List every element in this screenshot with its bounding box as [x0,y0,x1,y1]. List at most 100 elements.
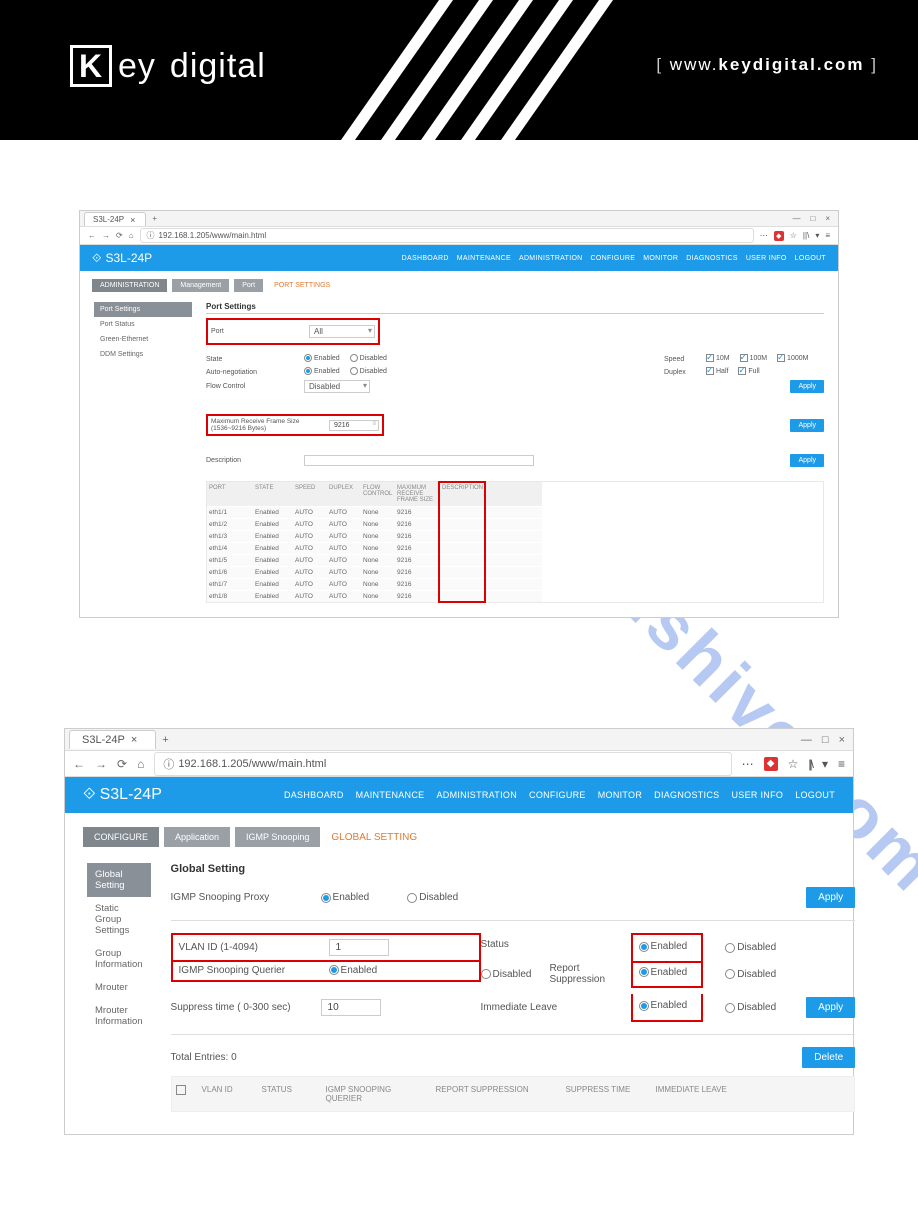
sidebar-item-port-settings[interactable]: Port Settings [94,302,192,317]
autoneg-disabled-radio[interactable]: Disabled [350,367,387,375]
shield-icon[interactable]: ◆ [764,757,778,771]
nav-item[interactable]: MAINTENANCE [356,790,425,800]
crumb[interactable]: Port [234,279,263,292]
close-icon[interactable]: × [839,734,845,746]
crumb[interactable]: ADMINISTRATION [92,279,167,292]
sidebar-item-static-group[interactable]: Static Group Settings [87,897,151,942]
pocket-icon[interactable]: ▾ [815,231,819,241]
state-disabled-radio[interactable]: Disabled [350,354,387,362]
shield-icon[interactable]: ◆ [774,231,784,241]
browser-tab[interactable]: S3L-24P × [84,212,146,226]
querier-disabled-radio[interactable]: Disabled [481,969,532,980]
suppress-input[interactable]: 10 [321,999,381,1016]
report-enabled-radio[interactable]: Enabled [639,967,688,978]
nav-item[interactable]: MAINTENANCE [457,255,511,262]
crumb[interactable]: Application [164,827,230,847]
nav-item[interactable]: MONITOR [598,790,642,800]
mrfs-input[interactable]: 9216 [329,420,379,431]
more-icon[interactable]: ⋯ [742,757,754,771]
table-row[interactable]: eth1/6EnabledAUTOAUTONone9216 [207,566,823,578]
nav-item[interactable]: ADMINISTRATION [436,790,517,800]
port-select[interactable]: All [309,325,375,338]
more-icon[interactable]: ⋯ [760,231,768,241]
nav-item[interactable]: DIAGNOSTICS [654,790,719,800]
table-row[interactable]: eth1/4EnabledAUTOAUTONone9216 [207,542,823,554]
close-tab-icon[interactable]: × [131,734,137,746]
close-tab-icon[interactable]: × [130,215,135,225]
table-row[interactable]: eth1/7EnabledAUTOAUTONone9216 [207,578,823,590]
library-icon[interactable]: ||\ [803,231,809,241]
back-icon[interactable]: ← [88,231,96,240]
leave-enabled-radio[interactable]: Enabled [639,1000,688,1011]
crumb[interactable]: Management [172,279,229,292]
crumb[interactable]: CONFIGURE [83,827,159,847]
apply-button[interactable]: Apply [790,419,824,432]
sidebar-item-ddm-settings[interactable]: DDM Settings [94,347,192,362]
reload-icon[interactable]: ⟳ [116,231,123,240]
apply-button[interactable]: Apply [790,454,824,467]
forward-icon[interactable]: → [95,757,107,771]
sidebar-item-group-info[interactable]: Group Information [87,942,151,976]
apply-button[interactable]: Apply [806,887,855,908]
new-tab-button[interactable]: + [162,734,168,746]
url-field[interactable]: ⓘ 192.168.1.205/www/main.html [140,228,754,243]
vlan-input[interactable]: 1 [329,939,389,956]
table-row[interactable]: eth1/3EnabledAUTOAUTONone9216 [207,530,823,542]
delete-button[interactable]: Delete [802,1047,855,1068]
duplex-full[interactable]: Full [738,367,759,375]
sidebar-item-global-setting[interactable]: Global Setting [87,863,151,897]
apply-button[interactable]: Apply [790,380,824,393]
url-field[interactable]: ⓘ 192.168.1.205/www/main.html [154,752,731,776]
speed-10m[interactable]: 10M [706,354,730,362]
home-icon[interactable]: ⌂ [137,757,144,771]
autoneg-enabled-radio[interactable]: Enabled [304,367,340,375]
home-icon[interactable]: ⌂ [129,231,134,240]
leave-disabled-radio[interactable]: Disabled [725,1002,776,1013]
proxy-disabled-radio[interactable]: Disabled [407,892,458,903]
minimize-icon[interactable]: — [801,734,812,746]
proxy-enabled-radio[interactable]: Enabled [321,892,370,903]
querier-enabled-radio[interactable]: Enabled [329,965,378,976]
library-icon[interactable]: ||\ [808,757,812,771]
browser-tab[interactable]: S3L-24P × [69,730,156,749]
nav-item[interactable]: DASHBOARD [402,255,449,262]
nav-item[interactable]: DIAGNOSTICS [686,255,738,262]
table-row[interactable]: eth1/5EnabledAUTOAUTONone9216 [207,554,823,566]
table-row[interactable]: eth1/2EnabledAUTOAUTONone9216 [207,518,823,530]
table-row[interactable]: eth1/8EnabledAUTOAUTONone9216 [207,590,823,602]
nav-item[interactable]: CONFIGURE [529,790,586,800]
crumb[interactable]: IGMP Snooping [235,827,320,847]
star-icon[interactable]: ☆ [788,757,799,771]
nav-item[interactable]: USER INFO [746,255,787,262]
status-disabled-radio[interactable]: Disabled [725,942,776,953]
back-icon[interactable]: ← [73,757,85,771]
new-tab-button[interactable]: + [152,214,157,223]
close-icon[interactable]: × [825,214,830,223]
apply-button[interactable]: Apply [806,997,855,1018]
nav-item[interactable]: LOGOUT [795,790,835,800]
flowcontrol-select[interactable]: Disabled [304,380,370,393]
nav-item[interactable]: ADMINISTRATION [519,255,583,262]
nav-item[interactable]: CONFIGURE [591,255,636,262]
reload-icon[interactable]: ⟳ [117,757,127,771]
nav-item[interactable]: MONITOR [643,255,678,262]
report-disabled-radio[interactable]: Disabled [725,969,776,980]
maximize-icon[interactable]: □ [810,214,815,223]
minimize-icon[interactable]: — [792,214,800,223]
state-enabled-radio[interactable]: Enabled [304,354,340,362]
select-all-checkbox[interactable] [176,1085,186,1095]
sidebar-item-mrouter-info[interactable]: Mrouter Information [87,999,151,1033]
nav-item[interactable]: DASHBOARD [284,790,344,800]
sidebar-item-mrouter[interactable]: Mrouter [87,976,151,999]
pocket-icon[interactable]: ▾ [822,757,828,771]
nav-item[interactable]: LOGOUT [795,255,826,262]
nav-item[interactable]: USER INFO [731,790,783,800]
maximize-icon[interactable]: □ [822,734,829,746]
speed-100m[interactable]: 100M [740,354,768,362]
star-icon[interactable]: ☆ [790,231,797,241]
description-input[interactable] [304,455,534,466]
menu-icon[interactable]: ≡ [825,231,830,241]
duplex-half[interactable]: Half [706,367,728,375]
menu-icon[interactable]: ≡ [838,757,845,771]
status-enabled-radio[interactable]: Enabled [639,941,688,952]
